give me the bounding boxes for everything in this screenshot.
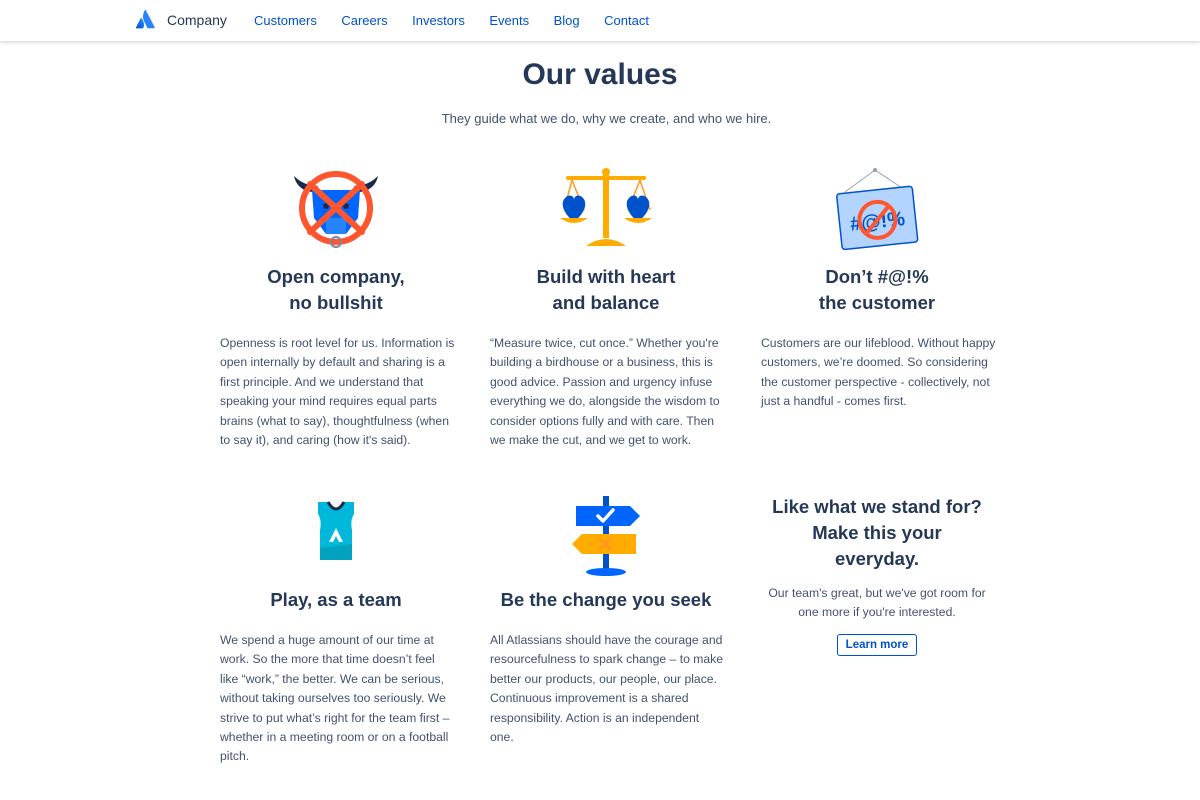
- value-description: Openness is root level for us. Informati…: [220, 336, 455, 448]
- top-nav: Company Customers Careers Investors Even…: [0, 0, 1200, 41]
- cta-title: Like what we stand for? Make this your e…: [752, 494, 1002, 572]
- page-title: Our values: [522, 58, 678, 91]
- cta-title-line: everyday.: [835, 548, 919, 569]
- value-title: Play, as a team: [270, 589, 402, 610]
- cta-title-line: Make this your: [812, 522, 942, 543]
- cta-title-line: Like what we stand for?: [772, 496, 982, 517]
- value-title-line: Build with heart: [536, 266, 676, 287]
- value-title: Be the change you seek: [500, 589, 712, 610]
- careers-cta: Like what we stand for? Make this your e…: [752, 494, 1002, 656]
- nav-link-customers[interactable]: Customers: [254, 13, 317, 28]
- value-title-line: no bullshit: [289, 292, 383, 313]
- bull-crossed-out-icon: [294, 171, 378, 248]
- value-description: All Atlassians should have the courage a…: [490, 633, 724, 745]
- nav-link-investors[interactable]: Investors: [412, 13, 465, 28]
- value-title: Build with heart and balance: [470, 264, 742, 316]
- value-title: Open company, no bullshit: [200, 264, 472, 316]
- brand-name[interactable]: Company: [167, 12, 227, 28]
- value-title-line: the customer: [818, 292, 936, 313]
- nav-links: Customers Careers Investors Events Blog …: [254, 13, 673, 28]
- learn-more-button[interactable]: Learn more: [836, 633, 918, 656]
- value-title-line: Don’t #@!%: [825, 266, 929, 287]
- value-description: We spend a huge amount of our time at wo…: [220, 633, 450, 764]
- no-swearing-sign-icon: #@!%: [836, 168, 919, 251]
- nav-link-careers[interactable]: Careers: [341, 13, 387, 28]
- signpost-icon: [572, 496, 640, 576]
- nav-link-contact[interactable]: Contact: [604, 13, 649, 28]
- value-description: Customers are our lifeblood. Without hap…: [761, 336, 996, 409]
- value-title-line: Open company,: [267, 266, 405, 287]
- nav-link-events[interactable]: Events: [489, 13, 529, 28]
- balance-scale-hearts-icon: [560, 168, 652, 246]
- company-logo-icon[interactable]: [135, 8, 157, 30]
- nav-link-blog[interactable]: Blog: [554, 13, 580, 28]
- value-title-line: and balance: [552, 292, 660, 313]
- cta-description: Our team's great, but we've got room for…: [768, 586, 986, 620]
- value-description: “Measure twice, cut once.” Whether you'r…: [490, 336, 720, 448]
- team-jersey-icon: [318, 501, 354, 560]
- page-subtitle: They guide what we do, why we create, an…: [441, 111, 772, 126]
- value-title: Don’t #@!% the customer: [741, 264, 1013, 316]
